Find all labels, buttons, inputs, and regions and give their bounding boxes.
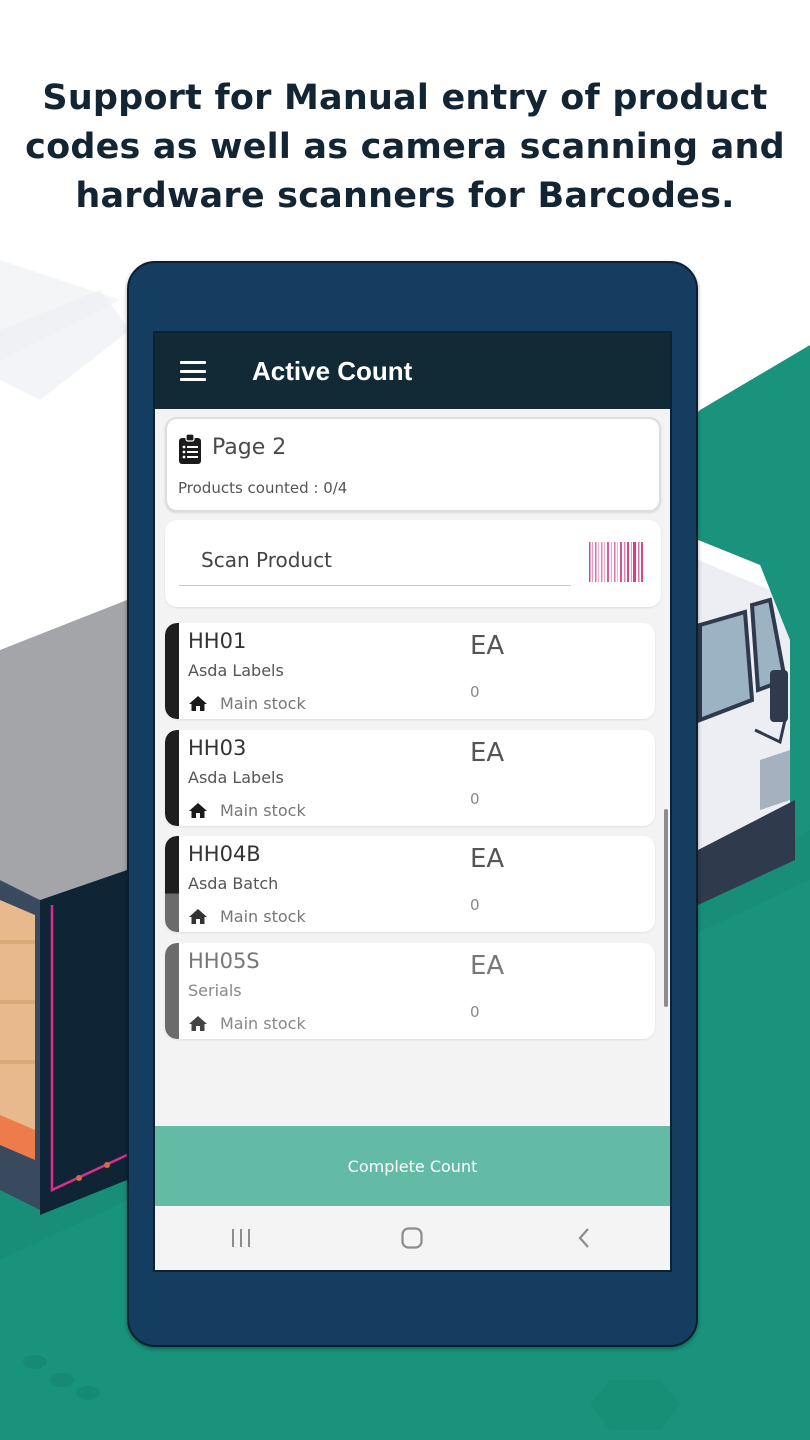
item-accent-bar [165, 730, 179, 826]
page-title: Page 2 [212, 435, 287, 460]
list-item[interactable]: HH05S Serials Main stock EA 0 [165, 943, 655, 1039]
item-location-label: Main stock [220, 801, 306, 820]
headline-line-1: Support for Manual entry of product [42, 78, 768, 118]
list-item[interactable]: HH03 Asda Labels Main stock EA 0 [165, 730, 655, 826]
barcode-icon[interactable] [587, 540, 645, 584]
page-card: Page 2 Products counted : 0/4 [165, 417, 661, 512]
item-location-label: Main stock [220, 1014, 306, 1033]
item-accent-bar [165, 623, 179, 719]
item-location: Main stock [188, 801, 306, 820]
item-description: Asda Labels [188, 661, 284, 680]
recent-apps-button[interactable] [211, 1218, 271, 1258]
item-quantity: 0 [470, 896, 480, 914]
hamburger-menu-icon[interactable] [180, 361, 206, 381]
item-accent-bar [165, 836, 179, 932]
item-description: Asda Batch [188, 874, 279, 893]
home-icon [189, 696, 207, 711]
item-quantity: 0 [470, 1003, 480, 1021]
item-code: HH04B [188, 842, 261, 866]
item-description: Asda Labels [188, 768, 284, 787]
headline: Support for Manual entry of product code… [0, 74, 810, 221]
item-location: Main stock [188, 1014, 306, 1033]
item-uom: EA [470, 951, 505, 981]
list-item[interactable]: HH01 Asda Labels Main stock EA 0 [165, 623, 655, 719]
app-screen: Active Count Page 2 Products counted : 0… [155, 333, 670, 1270]
item-quantity: 0 [470, 790, 480, 808]
item-quantity: 0 [470, 683, 480, 701]
item-location-label: Main stock [220, 907, 306, 926]
complete-count-button[interactable]: Complete Count [155, 1126, 670, 1206]
item-location-label: Main stock [220, 694, 306, 713]
item-uom: EA [470, 844, 505, 874]
item-uom: EA [470, 738, 505, 768]
app-title: Active Count [252, 355, 413, 386]
headline-line-3: hardware scanners for Barcodes. [75, 176, 735, 216]
item-code: HH01 [188, 629, 247, 653]
recent-apps-icon [231, 1229, 250, 1247]
item-description: Serials [188, 981, 242, 1000]
scan-product-input[interactable] [179, 534, 571, 586]
back-button[interactable] [554, 1218, 614, 1258]
products-counted: Products counted : 0/4 [178, 479, 348, 497]
app-bar: Active Count [155, 333, 670, 409]
clipboard-list-icon [179, 433, 201, 464]
list-item[interactable]: HH04B Asda Batch Main stock EA 0 [165, 836, 655, 932]
item-location: Main stock [188, 907, 306, 926]
home-icon [189, 1016, 207, 1031]
scan-card [165, 520, 661, 607]
home-button-icon [401, 1227, 424, 1249]
item-location: Main stock [188, 694, 306, 713]
list-scrollbar[interactable] [664, 809, 668, 1007]
back-icon [578, 1228, 589, 1248]
item-code: HH05S [188, 949, 260, 973]
home-icon [189, 803, 207, 818]
item-uom: EA [470, 631, 505, 661]
item-code: HH03 [188, 736, 247, 760]
system-nav-bar [155, 1206, 670, 1270]
home-icon [189, 909, 207, 924]
headline-line-2: codes as well as camera scanning and [25, 127, 785, 167]
home-button[interactable] [382, 1218, 442, 1258]
item-accent-bar [165, 943, 179, 1039]
